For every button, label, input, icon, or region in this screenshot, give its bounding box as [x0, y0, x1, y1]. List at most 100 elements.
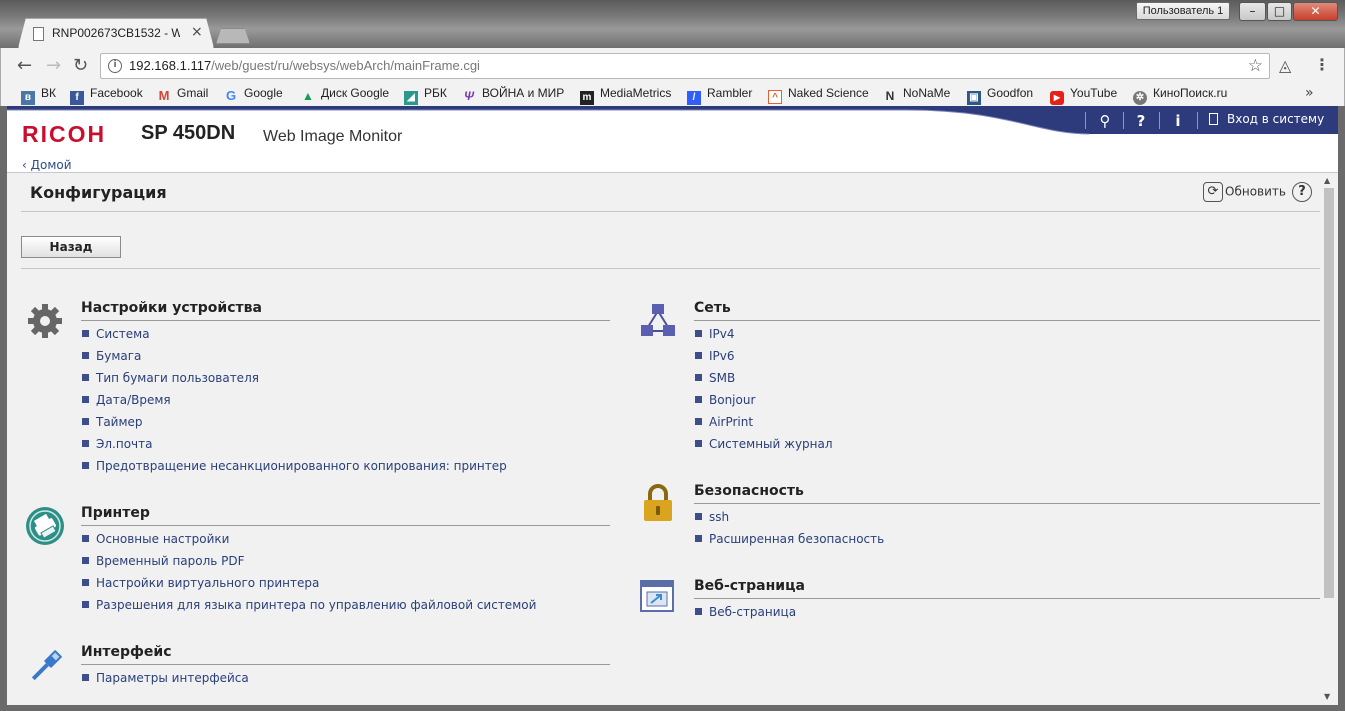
close-window-button[interactable]: ✕ — [1293, 2, 1338, 21]
section-title: Интерфейс — [81, 644, 172, 660]
menu-link-ssh[interactable]: ssh — [695, 510, 884, 532]
lock-icon — [644, 484, 672, 521]
gear-icon — [28, 304, 62, 338]
tab-close-icon[interactable]: × — [191, 24, 203, 40]
menu-link-airprint[interactable]: AirPrint — [695, 415, 833, 437]
search-icon[interactable]: ⚲ — [1094, 112, 1116, 130]
facebook-icon: f — [70, 91, 84, 105]
browser-tab[interactable]: RNP002673CB1532 - We × — [18, 18, 214, 48]
scrollbar-thumb[interactable] — [1324, 188, 1334, 598]
bookmark-item[interactable]: Ψ ВОЙНА и МИР — [462, 86, 564, 104]
window-frame-bottom — [0, 705, 1345, 711]
menu-link-email[interactable]: Эл.почта — [82, 437, 507, 459]
menu-link-webpage[interactable]: Веб-страница — [695, 605, 796, 627]
bookmark-item[interactable]: N NoNaMe — [883, 86, 951, 104]
forward-arrow-icon[interactable]: → — [46, 55, 61, 76]
divider — [21, 211, 1320, 212]
minimize-button[interactable]: – — [1239, 2, 1266, 21]
bookmark-item[interactable]: в ВК — [21, 86, 56, 105]
scroll-down-arrow[interactable]: ▼ — [1324, 692, 1330, 701]
section-divider — [694, 320, 1320, 321]
bookmark-item[interactable]: ▲ Диск Google — [301, 86, 389, 104]
google-icon: G — [225, 88, 237, 103]
menu-link-interface-parameters[interactable]: Параметры интерфейса — [82, 671, 249, 693]
breadcrumb-home-link[interactable]: ‹ Домой — [22, 158, 72, 172]
reload-icon[interactable]: ↻ — [73, 55, 88, 76]
menu-link-ipv4[interactable]: IPv4 — [695, 327, 833, 349]
ricoh-logo: RICOH — [22, 121, 107, 147]
extension-icon[interactable]: ◬ — [1279, 56, 1291, 75]
user-profile-badge[interactable]: Пользователь 1 — [1136, 2, 1230, 20]
help-icon[interactable]: ? — [1130, 112, 1152, 130]
bookmark-item[interactable]: f Facebook — [70, 86, 143, 105]
menu-link-basic-settings[interactable]: Основные настройки — [82, 532, 536, 554]
browser-menu-icon[interactable]: ⋮ — [1314, 55, 1330, 74]
menu-link-ipv6[interactable]: IPv6 — [695, 349, 833, 371]
help-button[interactable]: ? — [1292, 182, 1312, 202]
section-divider — [81, 525, 610, 526]
menu-link-system-log[interactable]: Системный журнал — [695, 437, 833, 459]
gmail-icon: M — [158, 88, 170, 103]
bookmark-item[interactable]: m MediaMetrics — [580, 86, 671, 105]
google-drive-icon: ▲ — [302, 89, 314, 103]
rbc-icon: ◢ — [404, 91, 418, 105]
web-page: RICOH SP 450DN Web Image Monitor ⚲ ? i В… — [7, 106, 1338, 705]
new-tab-button[interactable] — [216, 28, 250, 44]
section-divider — [81, 664, 610, 665]
door-icon — [1209, 113, 1218, 125]
menu-link-printer-language-permissions[interactable]: Разрешения для языка принтера по управле… — [82, 598, 536, 620]
menu-link-virtual-printer[interactable]: Настройки виртуального принтера — [82, 576, 536, 598]
address-bar[interactable]: i 192.168.1.117/web/guest/ru/websys/webA… — [100, 53, 1270, 79]
maximize-button[interactable]: □ — [1267, 2, 1292, 21]
section-title: Сеть — [694, 300, 731, 316]
page-title: Конфигурация — [30, 183, 167, 202]
noname-icon: N — [885, 89, 895, 103]
main-content: Конфигурация ⟳ Обновить ? Назад Настройки… — [17, 174, 1320, 705]
info-icon[interactable]: i — [1167, 112, 1189, 130]
kinopoisk-icon: ✲ — [1133, 91, 1147, 105]
section-title: Принтер — [81, 505, 150, 521]
divider — [21, 268, 1320, 269]
menu-link-user-paper-type[interactable]: Тип бумаги пользователя — [82, 371, 507, 393]
window-frame-left — [0, 106, 7, 711]
refresh-button[interactable]: ⟳ Обновить — [1203, 182, 1286, 204]
menu-link-paper[interactable]: Бумага — [82, 349, 507, 371]
login-link[interactable]: Вход в систему — [1209, 112, 1324, 126]
menu-link-timer[interactable]: Таймер — [82, 415, 507, 437]
bookmarks-overflow-button[interactable]: » — [1305, 85, 1314, 101]
bookmark-item[interactable]: G Google — [224, 86, 283, 104]
header-separator — [1197, 112, 1198, 129]
window-frame-right — [1338, 106, 1345, 711]
rambler-icon: / — [687, 91, 701, 105]
back-button[interactable]: Назад — [21, 236, 121, 258]
bookmark-item[interactable]: / Rambler — [687, 86, 752, 105]
info-icon[interactable]: i — [108, 59, 122, 73]
section-title: Настройки устройства — [81, 300, 262, 316]
menu-link-date-time[interactable]: Дата/Время — [82, 393, 507, 415]
window-titlebar: RNP002673CB1532 - We × Пользователь 1 – … — [0, 0, 1345, 48]
menu-link-temp-pdf-password[interactable]: Временный пароль PDF — [82, 554, 536, 576]
bookmark-item[interactable]: ◢ РБК — [404, 86, 447, 105]
bookmark-item[interactable]: ✲ КиноПоиск.ru — [1133, 86, 1227, 105]
bookmark-star-icon[interactable]: ☆ — [1248, 56, 1263, 76]
menu-link-system[interactable]: Система — [82, 327, 507, 349]
naked-science-icon: ^ — [768, 90, 782, 104]
menu-link-extended-security[interactable]: Расширенная безопасность — [695, 532, 884, 554]
scrollbar[interactable]: ▲ ▼ — [1320, 174, 1338, 705]
bookmark-item[interactable]: ▶ YouTube — [1050, 86, 1117, 105]
webpage-icon — [640, 580, 674, 612]
bookmark-item[interactable]: M Gmail — [157, 86, 209, 104]
breadcrumb: ‹ Домой — [7, 158, 1338, 173]
ricoh-header: RICOH SP 450DN Web Image Monitor ⚲ ? i В… — [7, 106, 1338, 158]
section-divider — [694, 503, 1320, 504]
scroll-up-arrow[interactable]: ▲ — [1324, 176, 1330, 185]
section-title: Безопасность — [694, 483, 804, 499]
menu-link-smb[interactable]: SMB — [695, 371, 833, 393]
back-arrow-icon[interactable]: ← — [17, 55, 32, 76]
bookmark-item[interactable]: ▣ Goodfon — [967, 86, 1033, 105]
menu-link-copy-prevention[interactable]: Предотвращение несанкционированного копи… — [82, 459, 507, 481]
url-text: 192.168.1.117/web/guest/ru/websys/webArc… — [129, 58, 480, 73]
bookmark-item[interactable]: ^ Naked Science — [768, 86, 869, 104]
menu-link-bonjour[interactable]: Bonjour — [695, 393, 833, 415]
mediametrics-icon: m — [580, 91, 594, 105]
